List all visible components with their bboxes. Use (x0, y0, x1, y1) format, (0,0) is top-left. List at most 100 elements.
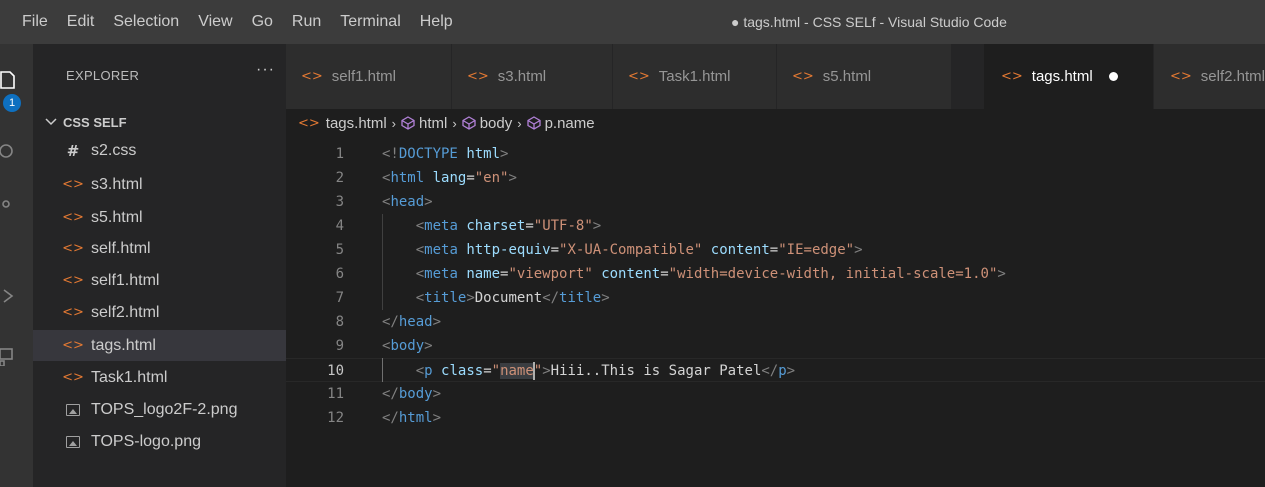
folder-css-self[interactable]: CSS SELF (33, 109, 286, 135)
line-number: 9 (335, 338, 344, 354)
breadcrumb-p-name[interactable]: p.name (545, 115, 595, 132)
tab-task1-html[interactable]: <> Task1.html (613, 44, 777, 109)
html-file-icon: <> (1001, 69, 1023, 84)
code-line[interactable]: 4 <meta charset="UTF-8"> (286, 214, 1265, 238)
folder-label: CSS SELF (63, 114, 127, 130)
code-line[interactable]: 8 </head> (286, 310, 1265, 334)
file-item-s3-html[interactable]: <> s3.html (33, 169, 286, 200)
file-label: s3.html (91, 175, 143, 193)
line-number: 1 (335, 146, 344, 162)
file-label: s5.html (91, 208, 143, 226)
tab-s3-html[interactable]: <> s3.html (452, 44, 613, 109)
source-control-icon[interactable] (0, 194, 18, 214)
image-file-icon (63, 403, 83, 416)
chevron-right-icon: › (517, 115, 522, 131)
code-line[interactable]: 11 </body> (286, 382, 1265, 406)
code-text: <!DOCTYPE html> (382, 146, 509, 162)
indent-guide (382, 214, 383, 310)
code-text: <meta charset="UTF-8"> (415, 218, 602, 234)
file-label: tags.html (91, 336, 156, 354)
code-text: <html lang="en"> (382, 170, 517, 186)
html-file-icon: <> (1170, 69, 1192, 84)
tab-label: self2.html (1200, 68, 1265, 85)
file-label: self1.html (91, 271, 160, 289)
unsaved-dot-icon[interactable] (1108, 72, 1118, 81)
code-text: </body> (382, 386, 442, 402)
tab-label: tags.html (1031, 68, 1093, 85)
code-line[interactable]: 7 <title>Document</title> (286, 286, 1265, 310)
tab-label: s5.html (822, 68, 872, 85)
html-file-icon: <> (62, 210, 84, 225)
html-file-icon: <> (62, 273, 84, 288)
code-line[interactable]: 2 <html lang="en"> (286, 166, 1265, 190)
code-line[interactable]: 9 <body> (286, 334, 1265, 358)
menu-go[interactable]: Go (252, 13, 273, 31)
run-debug-icon[interactable] (0, 286, 18, 306)
code-line[interactable]: 5 <meta http-equiv="X-UA-Compatible" con… (286, 238, 1265, 262)
explorer-icon[interactable] (0, 70, 18, 90)
menu-terminal[interactable]: Terminal (340, 13, 400, 31)
title-bar: File Edit Selection View Go Run Terminal… (0, 0, 1265, 44)
tab-self2-html[interactable]: <> self2.html (1154, 44, 1265, 109)
html-file-icon: <> (62, 241, 84, 256)
file-item-tops-logo-png[interactable]: TOPS-logo.png (33, 426, 286, 457)
file-item-self1-html[interactable]: <> self1.html (33, 265, 286, 296)
file-label: self.html (91, 239, 151, 257)
html-file-icon: <> (298, 115, 320, 131)
breadcrumb-body[interactable]: body (480, 115, 513, 132)
file-item-task1-html[interactable]: <> Task1.html (33, 362, 286, 393)
breadcrumb-html[interactable]: html (419, 115, 447, 132)
extensions-icon[interactable] (0, 346, 18, 366)
code-text: </head> (382, 314, 442, 330)
line-number: 7 (335, 290, 344, 306)
file-item-s2-css[interactable]: # s2.css (33, 135, 286, 166)
tab-label: s3.html (497, 68, 547, 85)
code-line[interactable]: 6 <meta name="viewport" content="width=d… (286, 262, 1265, 286)
file-label: s2.css (91, 141, 137, 159)
file-item-self2-html[interactable]: <> self2.html (33, 297, 286, 328)
code-line[interactable]: 12 </html> (286, 406, 1265, 430)
tab-s5-html[interactable]: <> s5.html (777, 44, 952, 109)
code-line[interactable]: 10 <p class="name">Hiii..This is Sagar P… (286, 358, 1265, 382)
menu-help[interactable]: Help (420, 13, 453, 31)
html-file-icon: <> (301, 69, 323, 84)
menu-view[interactable]: View (198, 13, 232, 31)
tab-label: self1.html (331, 68, 396, 85)
html-file-icon: <> (467, 69, 489, 84)
menu-file[interactable]: File (22, 13, 48, 31)
tab-self1-html[interactable]: <> self1.html (286, 44, 452, 109)
text-cursor (532, 362, 535, 380)
menu-edit[interactable]: Edit (67, 13, 95, 31)
explorer-sidebar: EXPLORER ··· CSS SELF # s2.css <> s3.htm… (33, 44, 286, 487)
tab-tags-html[interactable]: <> tags.html (984, 44, 1154, 109)
file-item-tops-logo2f-2-png[interactable]: TOPS_logo2F-2.png (33, 394, 286, 425)
file-item-self-html[interactable]: <> self.html (33, 233, 286, 264)
line-number: 11 (327, 386, 344, 402)
code-text: </html> (382, 410, 442, 426)
html-file-icon: <> (62, 305, 84, 320)
html-file-icon: <> (62, 177, 84, 192)
search-icon[interactable] (0, 142, 18, 162)
code-editor[interactable]: 1 <!DOCTYPE html> 2 <html lang="en"> 3 <head>… (286, 138, 1265, 487)
menu-run[interactable]: Run (292, 13, 321, 31)
tab-gap (952, 44, 984, 109)
code-line[interactable]: 1 <!DOCTYPE html> (286, 142, 1265, 166)
file-item-s5-html[interactable]: <> s5.html (33, 202, 286, 233)
css-file-icon: # (66, 141, 80, 160)
code-text: <head> (382, 194, 433, 210)
chevron-right-icon: › (391, 115, 396, 131)
more-actions-icon[interactable]: ··· (256, 61, 275, 79)
element-symbol-icon (462, 116, 476, 130)
editor-tab-bar: <> self1.html <> s3.html <> Task1.html <… (286, 44, 1265, 109)
element-symbol-icon (401, 116, 415, 130)
indent-guide (382, 358, 383, 382)
code-text: <p class="name">Hiii..This is Sagar Pate… (415, 362, 796, 380)
code-line[interactable]: 3 <head> (286, 190, 1265, 214)
file-label: Task1.html (91, 368, 168, 386)
breadcrumb-file[interactable]: tags.html (326, 115, 387, 132)
line-number: 8 (335, 314, 344, 330)
file-item-tags-html[interactable]: <> tags.html (33, 330, 286, 361)
html-file-icon: <> (628, 69, 650, 84)
tab-label: Task1.html (658, 68, 731, 85)
menu-selection[interactable]: Selection (113, 13, 179, 31)
